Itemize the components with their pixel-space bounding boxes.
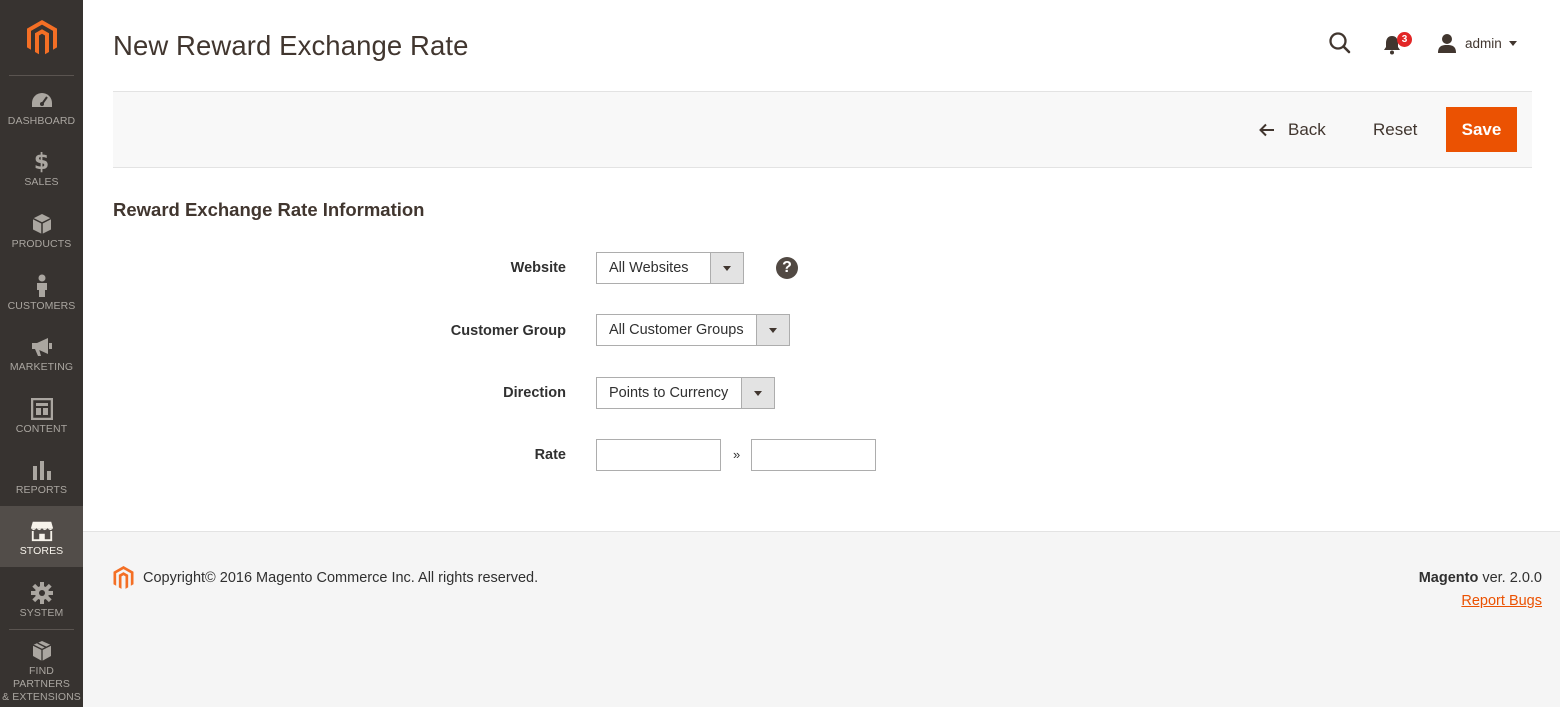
help-icon[interactable]: ? [776, 257, 798, 279]
sidebar-item-label: SYSTEM [19, 607, 64, 619]
sidebar-item-products[interactable]: PRODUCTS [0, 199, 83, 260]
bar-chart-icon [30, 459, 54, 481]
magento-logo[interactable] [0, 0, 83, 75]
layout-icon [30, 398, 54, 420]
sidebar-item-label: MARKETING [9, 361, 74, 373]
sidebar-item-label: PRODUCTS [11, 238, 72, 250]
user-icon [1438, 34, 1456, 53]
website-label: Website [510, 260, 566, 276]
sidebar-item-content[interactable]: CONTENT [0, 384, 83, 445]
customer-group-select[interactable]: All Customer Groups [596, 314, 790, 346]
sidebar-item-system[interactable]: SYSTEM [0, 568, 83, 629]
sidebar-item-customers[interactable]: CUSTOMERS [0, 261, 83, 322]
megaphone-icon [30, 336, 54, 358]
sidebar-item-marketing[interactable]: MARKETING [0, 322, 83, 383]
blocks-icon [30, 640, 54, 662]
version-info: Magento ver. 2.0.0 [1419, 570, 1542, 586]
section-title: Reward Exchange Rate Information [113, 199, 425, 220]
gear-icon [30, 582, 54, 604]
chevron-down-icon [756, 315, 789, 345]
sidebar-item-label: DASHBOARD [7, 115, 76, 127]
rate-to-input[interactable] [751, 439, 876, 471]
sidebar-item-dashboard[interactable]: DASHBOARD [0, 76, 83, 137]
version-number: ver. 2.0.0 [1478, 570, 1542, 586]
user-account-menu[interactable]: admin [1437, 30, 1517, 56]
sidebar-item-label: STORES [19, 545, 64, 557]
magento-logo-icon [26, 19, 57, 54]
save-button[interactable]: Save [1446, 107, 1517, 152]
customer-group-select-value: All Customer Groups [609, 322, 744, 338]
box-icon [30, 213, 54, 235]
sidebar-item-label: CONTENT [15, 423, 68, 435]
admin-sidebar: DASHBOARD $ SALES PRODUCTS CUSTOMERS MAR… [0, 0, 83, 707]
back-button-label: Back [1288, 120, 1326, 139]
reset-button[interactable]: Reset [1373, 117, 1417, 143]
chevron-down-icon [1508, 40, 1517, 46]
search-button[interactable] [1327, 30, 1353, 56]
back-button[interactable]: Back [1259, 117, 1326, 143]
sidebar-item-label: CUSTOMERS [7, 300, 76, 312]
rate-separator: » [733, 447, 741, 462]
sidebar-item-reports[interactable]: REPORTS [0, 445, 83, 506]
rate-label: Rate [534, 447, 566, 463]
brand-name: Magento [1418, 570, 1479, 586]
copyright-text: Copyright© 2016 Magento Commerce Inc. Al… [143, 570, 539, 586]
search-icon [1329, 32, 1351, 54]
sidebar-item-stores[interactable]: STORES [0, 506, 83, 567]
report-bugs-link[interactable]: Report Bugs [1461, 593, 1542, 609]
sidebar-item-find-partners[interactable]: FIND PARTNERS & EXTENSIONS [0, 630, 83, 707]
page-title: New Reward Exchange Rate [113, 30, 469, 61]
chevron-down-icon [741, 378, 774, 408]
customer-group-label: Customer Group [450, 323, 566, 339]
chevron-down-icon [710, 253, 743, 283]
dollar-icon: $ [33, 149, 50, 175]
rate-from-input[interactable] [596, 439, 721, 471]
direction-label: Direction [503, 385, 566, 401]
direction-select-value: Points to Currency [609, 385, 729, 401]
page-footer [83, 531, 1560, 707]
storefront-icon [30, 520, 54, 542]
website-select-value: All Websites [609, 260, 689, 276]
magento-footer-logo-icon [113, 566, 134, 589]
sidebar-item-label: REPORTS [15, 484, 68, 496]
notification-count-badge: 3 [1397, 32, 1412, 47]
sidebar-item-sales[interactable]: $ SALES [0, 137, 83, 198]
sidebar-item-label: SALES [24, 176, 59, 188]
username: admin [1465, 35, 1502, 51]
person-icon [30, 274, 54, 297]
website-select[interactable]: All Websites [596, 252, 744, 284]
sidebar-item-label-line1: FIND PARTNERS [12, 665, 70, 690]
arrow-left-icon [1259, 123, 1275, 137]
direction-select[interactable]: Points to Currency [596, 377, 775, 409]
dashboard-icon [30, 90, 54, 112]
sidebar-item-label-line2: & EXTENSIONS [2, 691, 81, 703]
